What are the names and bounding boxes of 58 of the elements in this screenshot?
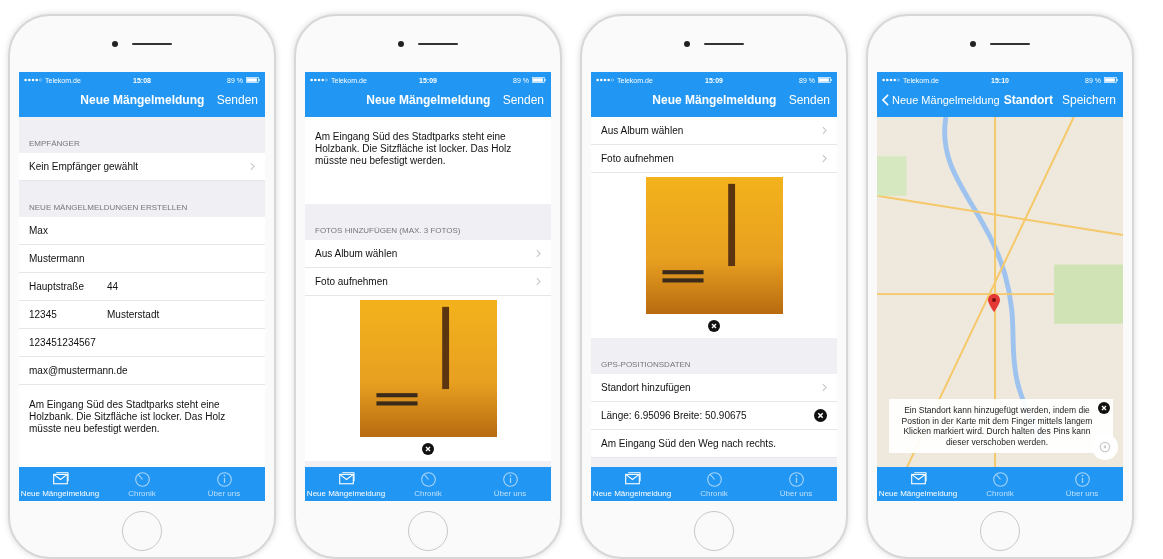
- chevron-icon: [822, 154, 827, 163]
- camera-dot: [398, 41, 404, 47]
- timer-icon: [705, 470, 723, 488]
- hint-text: Ein Standort kann hinzugefügt werden, indem die Postion in der Karte mit dem Finger mittels langem Klicken markiert wird. Durch halten des Pins kann dieser verschoben werden.: [900, 405, 1094, 447]
- list-item[interactable]: Kein Empfänger gewählt: [19, 153, 265, 181]
- close-icon[interactable]: [814, 409, 827, 422]
- list-item-label: Standort hinzufügen: [601, 382, 692, 393]
- battery-icon: [246, 77, 260, 83]
- section-header: GPS-POSITIONSDATEN: [600, 359, 692, 371]
- timer-icon: [133, 470, 151, 488]
- list-item-label: Foto aufnehmen: [315, 276, 389, 287]
- list-item[interactable]: Foto aufnehmen: [305, 268, 551, 296]
- signal-icon: [596, 78, 614, 82]
- list-item[interactable]: Foto aufnehmen: [591, 145, 837, 173]
- camera-dot: [684, 41, 690, 47]
- info-icon: [787, 470, 805, 488]
- input-field[interactable]: Hauptstraße: [29, 281, 107, 292]
- battery-icon: [532, 77, 546, 83]
- list-item-label: Foto aufnehmen: [601, 153, 675, 164]
- close-icon[interactable]: [708, 320, 720, 332]
- timer-icon: [991, 470, 1009, 488]
- close-icon[interactable]: [1098, 402, 1110, 414]
- chevron-icon: [250, 162, 255, 171]
- chevron-icon: [536, 249, 541, 258]
- chevron-icon: [822, 383, 827, 392]
- section-header: EMPFÄNGER: [28, 138, 81, 150]
- list-item-label: Aus Album wählen: [315, 248, 399, 259]
- map-pin-icon[interactable]: [988, 294, 1000, 312]
- battery-icon: [1104, 77, 1118, 83]
- input-field[interactable]: Musterstadt: [107, 309, 160, 320]
- battery-icon: [818, 77, 832, 83]
- list-item[interactable]: Aus Album wählen: [305, 240, 551, 268]
- location-text: Länge: 6.95096 Breite: 50.90675: [601, 410, 748, 421]
- screen-title: Neue Mängelmeldung: [365, 93, 492, 107]
- section-header: NEUE MÄNGELMELDUNGEN ERSTELLEN: [28, 202, 189, 214]
- info-icon: [215, 470, 233, 488]
- chevron-icon: [822, 126, 827, 135]
- signal-icon: [882, 78, 900, 82]
- input-field[interactable]: 12345: [29, 309, 107, 320]
- close-icon[interactable]: [422, 443, 434, 455]
- list-item[interactable]: Standort hinzufügen: [591, 374, 837, 402]
- list-item[interactable]: Aus Album wählen: [591, 117, 837, 145]
- screen-title: Standort: [1002, 93, 1053, 107]
- camera-dot: [970, 41, 976, 47]
- signal-icon: [24, 78, 42, 82]
- info-icon: [1073, 470, 1091, 488]
- section-header: FOTOS HINZUFÜGEN (MAX. 3 FOTOS): [314, 225, 462, 237]
- camera-dot: [112, 41, 118, 47]
- info-icon: [501, 470, 519, 488]
- list-item-label: Aus Album wählen: [601, 125, 685, 136]
- timer-icon: [419, 470, 437, 488]
- list-item-label: Kein Empfänger gewählt: [29, 161, 139, 172]
- input-field[interactable]: 44: [107, 281, 119, 292]
- signal-icon: [310, 78, 328, 82]
- chevron-icon: [536, 277, 541, 286]
- back-chevron-icon: [882, 94, 889, 106]
- screen-title: Neue Mängelmeldung: [79, 93, 206, 107]
- screen-title: Neue Mängelmeldung: [651, 93, 778, 107]
